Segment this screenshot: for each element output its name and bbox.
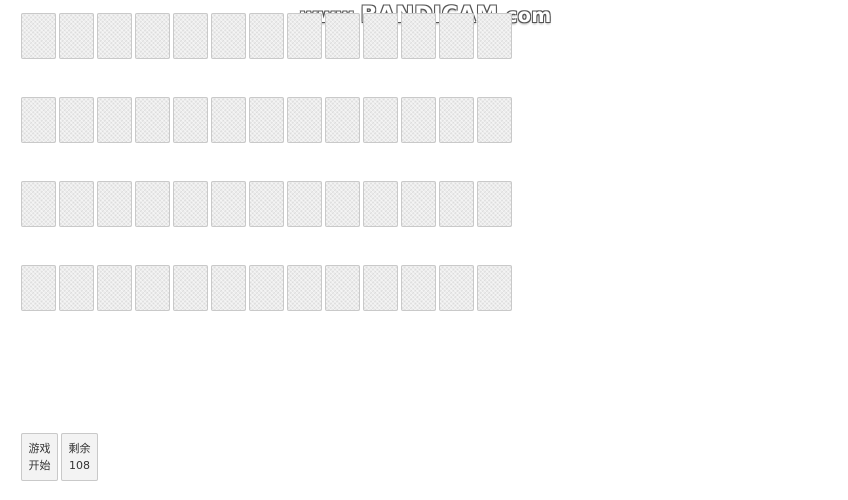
face-down-card[interactable] — [97, 265, 132, 311]
face-down-card[interactable] — [135, 13, 170, 59]
face-down-card[interactable] — [401, 97, 436, 143]
face-down-card[interactable] — [439, 97, 474, 143]
card-row-2 — [21, 97, 512, 143]
remaining-count: 108 — [69, 459, 90, 472]
face-down-card[interactable] — [325, 13, 360, 59]
face-down-card[interactable] — [135, 181, 170, 227]
card-row-3 — [21, 181, 512, 227]
face-down-card[interactable] — [477, 13, 512, 59]
face-down-card[interactable] — [211, 265, 246, 311]
face-down-card[interactable] — [173, 97, 208, 143]
face-down-card[interactable] — [477, 97, 512, 143]
face-down-card[interactable] — [439, 181, 474, 227]
face-down-card[interactable] — [135, 265, 170, 311]
face-down-card[interactable] — [21, 13, 56, 59]
face-down-card[interactable] — [173, 181, 208, 227]
face-down-card[interactable] — [59, 265, 94, 311]
face-down-card[interactable] — [97, 181, 132, 227]
face-down-card[interactable] — [477, 265, 512, 311]
face-down-card[interactable] — [401, 13, 436, 59]
face-down-card[interactable] — [211, 181, 246, 227]
face-down-card[interactable] — [287, 181, 322, 227]
face-down-card[interactable] — [249, 265, 284, 311]
face-down-card[interactable] — [325, 265, 360, 311]
face-down-card[interactable] — [287, 13, 322, 59]
face-down-card[interactable] — [97, 13, 132, 59]
face-down-card[interactable] — [21, 265, 56, 311]
face-down-card[interactable] — [59, 181, 94, 227]
face-down-card[interactable] — [211, 13, 246, 59]
controls-bar: 游戏 开始 剩余 108 — [21, 433, 98, 481]
face-down-card[interactable] — [363, 265, 398, 311]
face-down-card[interactable] — [97, 97, 132, 143]
face-down-card[interactable] — [173, 13, 208, 59]
start-game-button[interactable]: 游戏 开始 — [21, 433, 58, 481]
face-down-card[interactable] — [439, 265, 474, 311]
face-down-card[interactable] — [287, 265, 322, 311]
card-row-1 — [21, 13, 512, 59]
face-down-card[interactable] — [287, 97, 322, 143]
face-down-card[interactable] — [477, 181, 512, 227]
face-down-card[interactable] — [363, 13, 398, 59]
face-down-card[interactable] — [249, 13, 284, 59]
face-down-card[interactable] — [325, 97, 360, 143]
card-row-4 — [21, 265, 512, 311]
face-down-card[interactable] — [249, 97, 284, 143]
remaining-cards-counter: 剩余 108 — [61, 433, 98, 481]
remaining-label: 剩余 — [68, 442, 91, 455]
face-down-card[interactable] — [249, 181, 284, 227]
game-stage: www.BANDICAM.com 游戏 开始 剩余 108 — [0, 0, 848, 500]
face-down-card[interactable] — [135, 97, 170, 143]
face-down-card[interactable] — [401, 265, 436, 311]
face-down-card[interactable] — [21, 97, 56, 143]
face-down-card[interactable] — [211, 97, 246, 143]
face-down-card[interactable] — [59, 97, 94, 143]
face-down-card[interactable] — [173, 265, 208, 311]
face-down-card[interactable] — [21, 181, 56, 227]
face-down-card[interactable] — [363, 181, 398, 227]
face-down-card[interactable] — [59, 13, 94, 59]
face-down-card[interactable] — [363, 97, 398, 143]
start-game-label-line2: 开始 — [28, 459, 51, 472]
face-down-card[interactable] — [401, 181, 436, 227]
face-down-card[interactable] — [439, 13, 474, 59]
face-down-card[interactable] — [325, 181, 360, 227]
start-game-label-line1: 游戏 — [28, 442, 51, 455]
